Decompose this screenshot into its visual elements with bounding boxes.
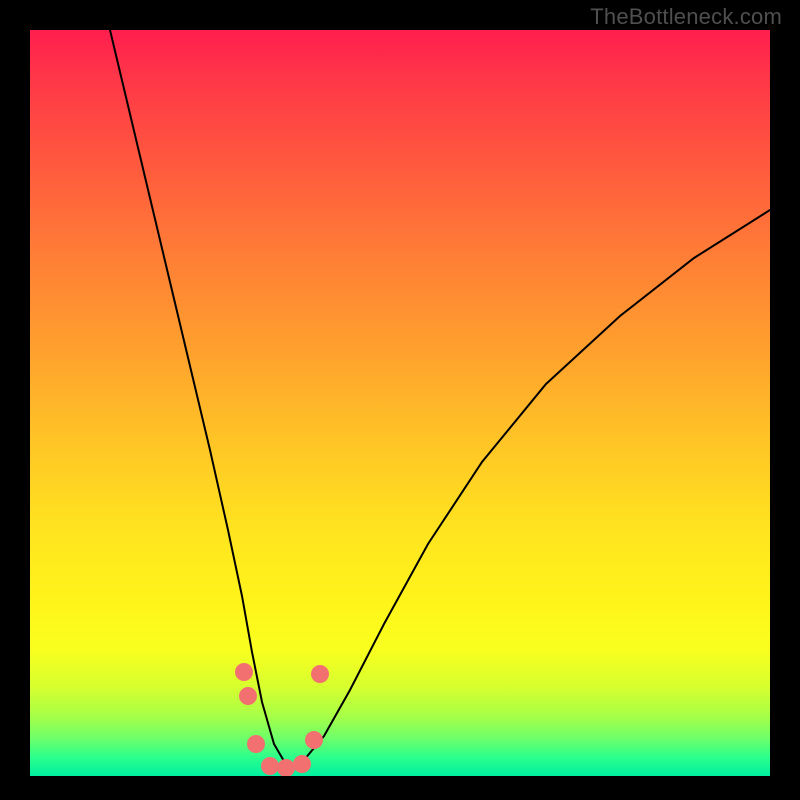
valley-marker <box>277 759 295 776</box>
valley-marker <box>293 755 311 773</box>
watermark-text: TheBottleneck.com <box>590 4 782 30</box>
plot-area <box>30 30 770 776</box>
valley-marker <box>261 757 279 775</box>
curve-left-path <box>110 30 288 768</box>
chart-stage: TheBottleneck.com <box>0 0 800 800</box>
valley-marker <box>311 665 329 683</box>
valley-marker <box>235 663 253 681</box>
valley-marker <box>239 687 257 705</box>
valley-marker <box>305 731 323 749</box>
curve-right-path <box>288 210 770 768</box>
plot-overlay <box>30 30 770 776</box>
valley-marker <box>247 735 265 753</box>
